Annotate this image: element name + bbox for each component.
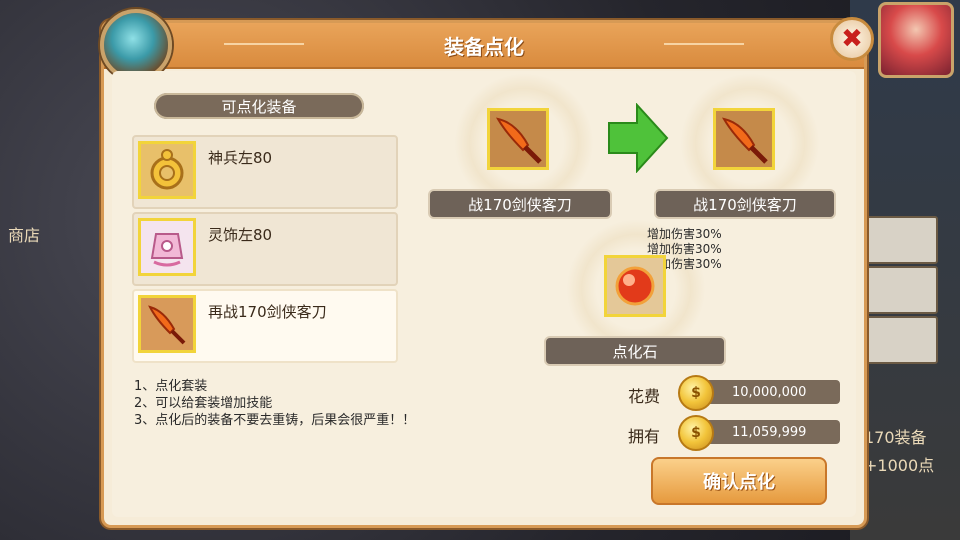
dialog-title: 装备点化 xyxy=(444,35,524,59)
owned-label: 拥有 xyxy=(628,427,661,446)
bg-equip-text: 170装备 xyxy=(864,428,927,447)
note-line: 1、点化套装 xyxy=(134,379,208,394)
arrow-right-icon xyxy=(608,103,669,173)
gold-coin-icon: $ xyxy=(678,375,714,411)
source-equip-slot[interactable] xyxy=(487,108,549,170)
note-line: 2、可以给套装增加技能 xyxy=(134,396,273,411)
stat-line: 增加伤害30% xyxy=(647,227,722,241)
equip-item-label: 神兵左80 xyxy=(208,149,273,167)
pink-ornament-icon xyxy=(138,218,196,276)
flame-blade-icon xyxy=(496,117,542,164)
note-line: 3、点化后的装备不要去重铸，后果会很严重！！ xyxy=(134,413,416,428)
flame-blade-icon xyxy=(138,295,196,353)
red-orb-icon xyxy=(615,266,655,306)
enchant-stone-name: 点化石 xyxy=(544,336,726,366)
equip-list-header: 可点化装备 xyxy=(154,93,364,119)
character-portrait[interactable] xyxy=(878,2,954,78)
equip-item-label: 灵饰左80 xyxy=(208,226,273,244)
cost-label: 花费 xyxy=(628,387,661,406)
equip-list-item[interactable]: 灵饰左80 xyxy=(132,212,398,286)
bg-points-text: +1000点 xyxy=(864,456,935,475)
equip-list-item-selected[interactable]: 再战170剑侠客刀 xyxy=(132,289,398,363)
dialog-titlebar: 装备点化 xyxy=(104,23,864,69)
stat-line: 增加伤害30% xyxy=(647,242,722,256)
notes: 1、点化套装 2、可以给套装增加技能 3、点化后的装备不要去重铸，后果会很严重！… xyxy=(134,378,415,429)
gold-coin-icon: $ xyxy=(678,415,714,451)
equip-item-label: 再战170剑侠客刀 xyxy=(208,303,327,321)
enchant-stone-slot[interactable] xyxy=(604,255,666,317)
target-equip-slot[interactable] xyxy=(713,108,775,170)
target-equip-name: 战170剑侠客刀 xyxy=(654,189,836,219)
confirm-enchant-button[interactable]: 确认点化 xyxy=(651,457,827,505)
owned-value-bar: $ 11,059,999 xyxy=(678,415,840,451)
owned-value: 11,059,999 xyxy=(732,424,807,440)
source-equip-name: 战170剑侠客刀 xyxy=(428,189,612,219)
equip-list-item[interactable]: 神兵左80 xyxy=(132,135,398,209)
gold-ring-icon xyxy=(138,141,196,199)
shop-label[interactable]: 商店 xyxy=(8,222,40,246)
close-icon: ✖ xyxy=(841,24,863,54)
cost-value: 10,000,000 xyxy=(732,384,807,400)
enchant-dialog: 装备点化 ✖ 可点化装备 神兵左80 灵饰左80 再战170剑侠客刀 战170剑… xyxy=(100,9,874,528)
flame-blade-icon xyxy=(722,117,768,164)
close-button[interactable]: ✖ xyxy=(830,17,874,61)
cost-value-bar: $ 10,000,000 xyxy=(678,375,840,411)
